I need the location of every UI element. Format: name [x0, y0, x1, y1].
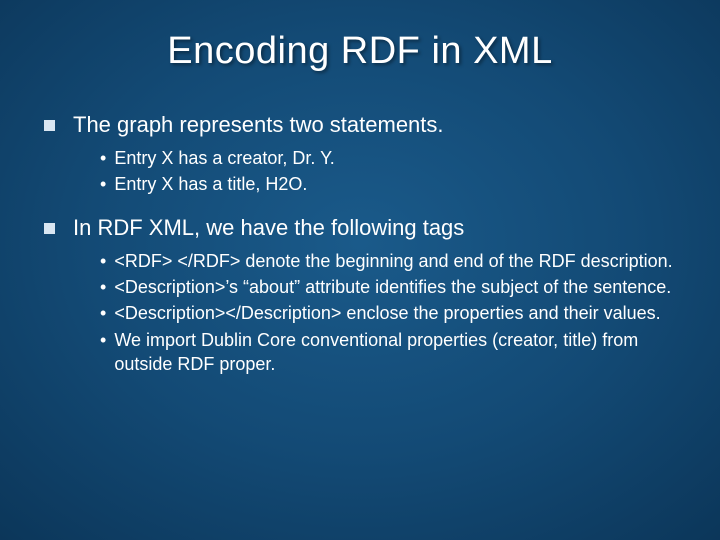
- slide-title: Encoding RDF in XML: [40, 30, 680, 73]
- bullet-level1: The graph represents two statements.: [40, 111, 680, 140]
- dot-bullet-icon: •: [100, 301, 106, 325]
- bullet-level2: • Entry X has a creator, Dr. Y.: [100, 146, 680, 170]
- bullet-text: Entry X has a creator, Dr. Y.: [114, 146, 334, 170]
- bullet-level2: • We import Dublin Core conventional pro…: [100, 328, 680, 377]
- slide: Encoding RDF in XML The graph represents…: [0, 0, 720, 540]
- square-bullet-icon: [44, 223, 55, 234]
- bullet-level2: • <Description>’s “about” attribute iden…: [100, 275, 680, 299]
- bullet-level2: • Entry X has a title, H2O.: [100, 172, 680, 196]
- dot-bullet-icon: •: [100, 275, 106, 299]
- sub-bullet-list: • <RDF> </RDF> denote the beginning and …: [100, 249, 680, 376]
- square-bullet-icon: [44, 120, 55, 131]
- bullet-text: In RDF XML, we have the following tags: [73, 214, 464, 243]
- dot-bullet-icon: •: [100, 249, 106, 273]
- bullet-text: The graph represents two statements.: [73, 111, 444, 140]
- bullet-level2: • <RDF> </RDF> denote the beginning and …: [100, 249, 680, 273]
- dot-bullet-icon: •: [100, 172, 106, 196]
- dot-bullet-icon: •: [100, 146, 106, 170]
- bullet-level2: • <Description></Description> enclose th…: [100, 301, 680, 325]
- bullet-text: We import Dublin Core conventional prope…: [114, 328, 680, 377]
- bullet-text: <Description>’s “about” attribute identi…: [114, 275, 671, 299]
- bullet-text: Entry X has a title, H2O.: [114, 172, 307, 196]
- dot-bullet-icon: •: [100, 328, 106, 352]
- bullet-text: <Description></Description> enclose the …: [114, 301, 660, 325]
- bullet-text: <RDF> </RDF> denote the beginning and en…: [114, 249, 672, 273]
- bullet-level1: In RDF XML, we have the following tags: [40, 214, 680, 243]
- sub-bullet-list: • Entry X has a creator, Dr. Y. • Entry …: [100, 146, 680, 197]
